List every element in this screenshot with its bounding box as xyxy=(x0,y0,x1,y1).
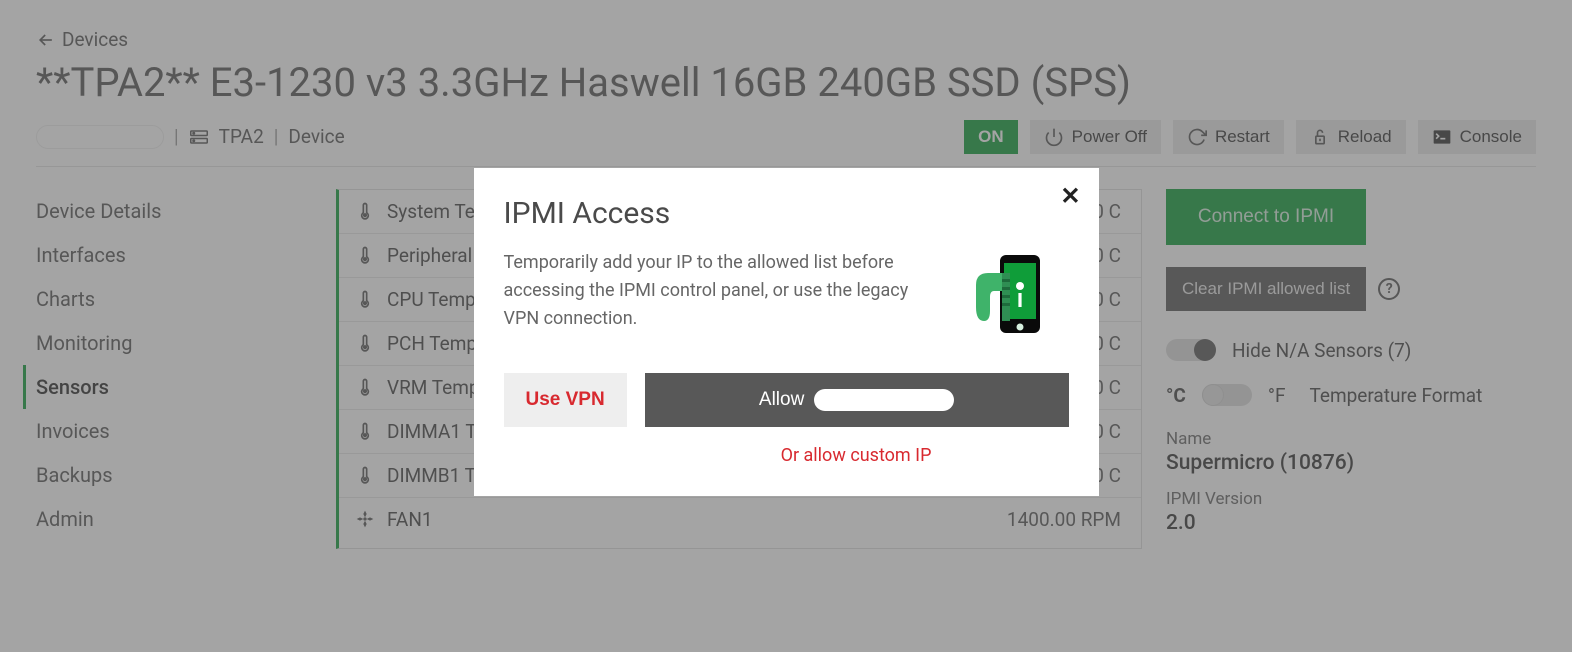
allow-custom-ip-label: Or allow custom IP xyxy=(781,445,932,466)
allow-custom-ip-link[interactable]: Or allow custom IP xyxy=(504,445,1069,466)
close-icon: ✕ xyxy=(1060,183,1080,210)
modal-overlay: ✕ IPMI Access Temporarily add your IP to… xyxy=(0,0,1572,652)
modal-title: IPMI Access xyxy=(504,196,1069,231)
modal-close-button[interactable]: ✕ xyxy=(1060,182,1080,211)
use-vpn-label: Use VPN xyxy=(526,389,605,410)
allow-ip-button[interactable]: Allow xyxy=(645,373,1069,427)
ipmi-phone-icon xyxy=(954,249,1044,339)
redacted-ip xyxy=(814,389,954,411)
modal-description: Temporarily add your IP to the allowed l… xyxy=(504,249,934,333)
use-vpn-button[interactable]: Use VPN xyxy=(504,373,627,427)
allow-ip-label: Allow xyxy=(759,389,804,411)
ipmi-access-modal: ✕ IPMI Access Temporarily add your IP to… xyxy=(474,168,1099,496)
